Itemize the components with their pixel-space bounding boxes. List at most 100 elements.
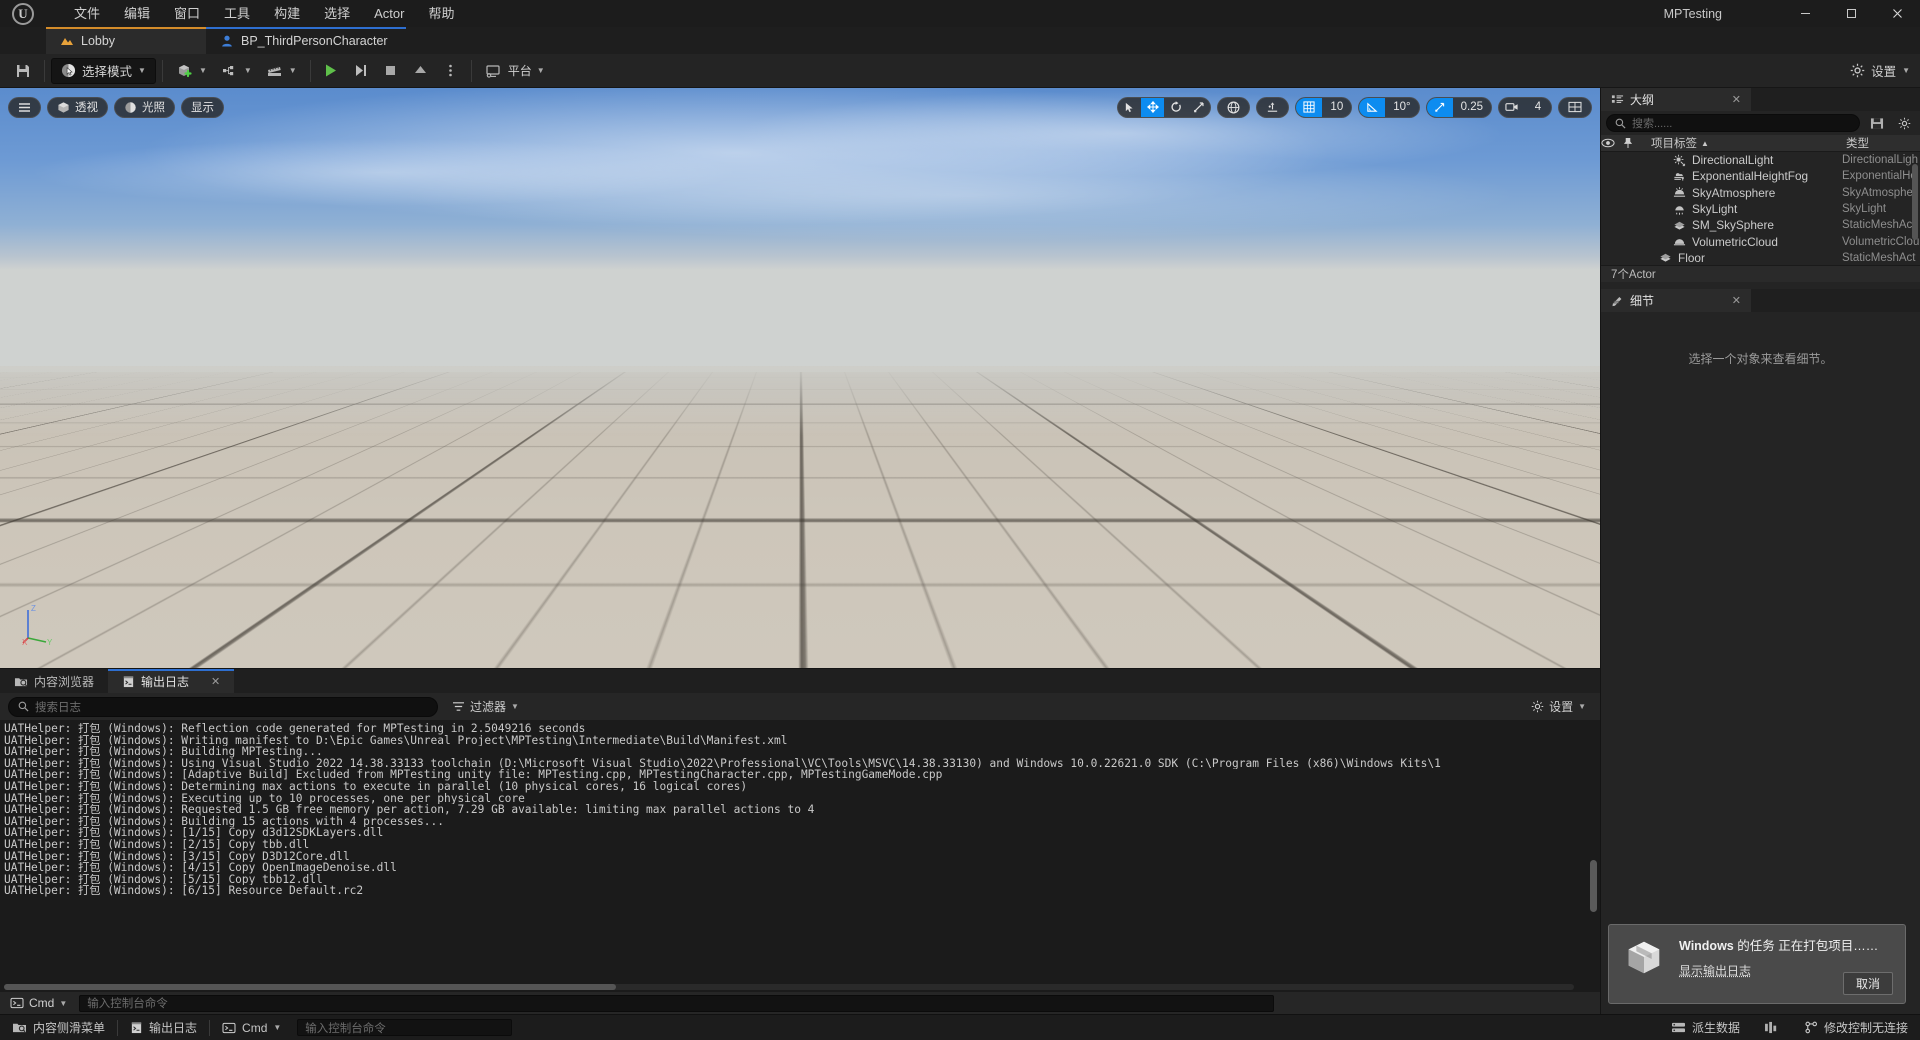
grid-icon bbox=[1296, 97, 1323, 117]
camera-speed-control[interactable]: 4 bbox=[1498, 96, 1552, 118]
outliner-scrollbar[interactable] bbox=[1912, 164, 1918, 240]
angle-snap-control[interactable]: 10° bbox=[1358, 96, 1420, 118]
grid-snap-value: 10 bbox=[1330, 101, 1344, 113]
log-console-input[interactable]: 输入控制台命令 bbox=[79, 994, 1274, 1012]
level-icon bbox=[60, 34, 74, 48]
log-cmd-label: Cmd bbox=[29, 996, 55, 1010]
viewport-show-button[interactable]: 显示 bbox=[181, 96, 224, 118]
menu-build[interactable]: 构建 bbox=[262, 0, 312, 27]
log-line: UATHelper: 打包 (Windows): Writing manifes… bbox=[4, 734, 788, 747]
outliner-row-skylight[interactable]: SkyLight SkyLight bbox=[1601, 201, 1920, 217]
content-drawer-button[interactable]: 内容侧滑菜单 bbox=[0, 1015, 117, 1040]
close-icon[interactable]: ✕ bbox=[211, 675, 220, 688]
menu-window[interactable]: 窗口 bbox=[162, 0, 212, 27]
blueprints-button[interactable]: ▼ bbox=[214, 58, 259, 84]
log-horizontal-scrollbar[interactable] bbox=[4, 984, 1574, 990]
close-button[interactable] bbox=[1874, 0, 1920, 27]
grid-snap-control[interactable]: 10 bbox=[1295, 96, 1353, 118]
coordinate-system-button[interactable] bbox=[1217, 96, 1251, 118]
output-log-status-button[interactable]: 输出日志 bbox=[118, 1015, 209, 1040]
column-visibility-icon[interactable] bbox=[1601, 138, 1623, 148]
status-misc-button[interactable] bbox=[1752, 1015, 1792, 1040]
menu-file[interactable]: 文件 bbox=[62, 0, 112, 27]
select-mode-label: 选择模式 bbox=[82, 65, 133, 79]
derived-data-button[interactable]: 派生数据 bbox=[1659, 1019, 1752, 1036]
details-panel-body: 选择一个对象来查看细节。 bbox=[1601, 312, 1920, 1014]
outliner-row-floor[interactable]: Floor StaticMeshAct bbox=[1601, 250, 1920, 265]
eject-button[interactable] bbox=[407, 58, 435, 84]
log-search-input[interactable]: 搜索日志 bbox=[8, 696, 438, 717]
outliner-row-volumetriccloud[interactable]: VolumetricCloud VolumetricClou bbox=[1601, 233, 1920, 249]
toast-cancel-button[interactable]: 取消 bbox=[1842, 972, 1893, 995]
outliner-item-name: DirectionalLight bbox=[1692, 153, 1774, 168]
menu-actor[interactable]: Actor bbox=[362, 0, 416, 27]
column-item-label[interactable]: 项目标签 ▲ bbox=[1645, 135, 1842, 151]
toolbar-settings-button[interactable]: 设置 ▼ bbox=[1850, 61, 1910, 80]
skip-button[interactable] bbox=[347, 58, 375, 84]
level-viewport[interactable]: 透视 光照 显示 10 10° 0.25 4 Z Y X bbox=[0, 88, 1600, 668]
tab-output-log[interactable]: 输出日志 ✕ bbox=[108, 669, 235, 693]
viewport-layout-button[interactable] bbox=[1558, 96, 1592, 118]
status-bar: 内容侧滑菜单 输出日志 Cmd ▼ 输入控制台命令 派生数据 修改控制无连接 bbox=[0, 1014, 1920, 1040]
column-pin-icon[interactable] bbox=[1623, 137, 1645, 149]
column-type[interactable]: 类型 bbox=[1842, 135, 1920, 151]
surface-snap-button[interactable] bbox=[1256, 96, 1290, 118]
outliner-item-type: StaticMeshAct bbox=[1842, 251, 1916, 264]
log-settings-button[interactable]: 设置 ▼ bbox=[1531, 698, 1592, 715]
play-options-button[interactable] bbox=[437, 58, 465, 84]
viewport-lit-button[interactable]: 光照 bbox=[114, 96, 175, 118]
revision-control-button[interactable]: 修改控制无连接 bbox=[1792, 1019, 1920, 1036]
menu-tools[interactable]: 工具 bbox=[212, 0, 262, 27]
chevron-down-icon: ▼ bbox=[511, 702, 519, 711]
outliner-row-directionallight[interactable]: DirectionalLight DirectionalLigh bbox=[1601, 152, 1920, 168]
log-line: UATHelper: 打包 (Windows): [4/15] Copy Ope… bbox=[4, 862, 397, 874]
cinematics-button[interactable]: ▼ bbox=[259, 58, 304, 84]
log-vertical-scrollbar[interactable] bbox=[1590, 860, 1597, 912]
select-mode-dropdown[interactable]: 选择模式 ▼ bbox=[51, 57, 156, 84]
viewport-menu-button[interactable] bbox=[8, 96, 41, 118]
transform-tool-group bbox=[1117, 96, 1212, 118]
select-arrow-icon[interactable] bbox=[1118, 98, 1141, 117]
outliner-settings-button[interactable] bbox=[1894, 117, 1915, 130]
chevron-down-icon: ▼ bbox=[536, 66, 545, 75]
status-cmd-dropdown[interactable]: Cmd ▼ bbox=[210, 1015, 293, 1040]
stop-button[interactable] bbox=[377, 58, 405, 84]
outliner-row-sm-skysphere[interactable]: SM_SkySphere StaticMeshAct bbox=[1601, 217, 1920, 233]
status-console-input[interactable]: 输入控制台命令 bbox=[297, 1019, 513, 1036]
tab-outliner[interactable]: 大纲 ✕ bbox=[1601, 88, 1751, 111]
tab-output-log-label: 输出日志 bbox=[141, 674, 190, 689]
outliner-save-button[interactable] bbox=[1866, 117, 1888, 130]
add-actor-button[interactable]: ▼ bbox=[169, 58, 214, 84]
level-tab-strip: Lobby BP_ThirdPersonCharacter bbox=[0, 27, 1920, 54]
rotate-icon[interactable] bbox=[1164, 98, 1187, 117]
close-icon[interactable]: ✕ bbox=[1732, 93, 1741, 106]
outliner-search-input[interactable]: 搜索...... bbox=[1606, 114, 1860, 132]
minimize-button[interactable] bbox=[1782, 0, 1828, 27]
tab-details[interactable]: 细节 ✕ bbox=[1601, 289, 1751, 312]
menu-help[interactable]: 帮助 bbox=[416, 0, 466, 27]
packaging-toast[interactable]: Windows 的任务 正在打包项目…… 显示输出日志 取消 bbox=[1608, 924, 1906, 1004]
log-filter-button[interactable]: 过滤器 ▼ bbox=[446, 697, 525, 717]
viewport-perspective-button[interactable]: 透视 bbox=[47, 96, 108, 118]
tab-lobby[interactable]: Lobby bbox=[46, 27, 206, 54]
log-cmd-dropdown[interactable]: Cmd ▼ bbox=[6, 996, 71, 1010]
scale-icon[interactable] bbox=[1187, 98, 1210, 117]
save-button[interactable] bbox=[8, 58, 38, 84]
scale-snap-control[interactable]: 0.25 bbox=[1425, 96, 1492, 118]
tab-content-browser[interactable]: 内容浏览器 bbox=[0, 669, 108, 693]
log-output-area[interactable]: UATHelper: 打包 (Windows): Reflection code… bbox=[0, 720, 1600, 992]
move-icon[interactable] bbox=[1141, 97, 1165, 117]
maximize-button[interactable] bbox=[1828, 0, 1874, 27]
outliner-row-skyatmosphere[interactable]: SkyAtmosphere SkyAtmospher bbox=[1601, 185, 1920, 201]
outliner-item-list[interactable]: DirectionalLight DirectionalLigh Exponen… bbox=[1601, 152, 1920, 265]
outliner-row-exponentialheightfog[interactable]: ExponentialHeightFog ExponentialHe bbox=[1601, 168, 1920, 184]
unreal-logo-icon[interactable]: U bbox=[0, 0, 46, 27]
toast-show-log-link[interactable]: 显示输出日志 bbox=[1679, 962, 1751, 979]
play-button[interactable] bbox=[317, 58, 345, 84]
platforms-button[interactable]: 平台 ▼ bbox=[478, 58, 552, 84]
log-search-row: 搜索日志 过滤器 ▼ 设置 ▼ bbox=[0, 693, 1600, 720]
close-icon[interactable]: ✕ bbox=[1732, 294, 1741, 307]
menu-edit[interactable]: 编辑 bbox=[112, 0, 162, 27]
menu-select[interactable]: 选择 bbox=[312, 0, 362, 27]
tab-bp-thirdpersoncharacter[interactable]: BP_ThirdPersonCharacter bbox=[206, 27, 406, 54]
